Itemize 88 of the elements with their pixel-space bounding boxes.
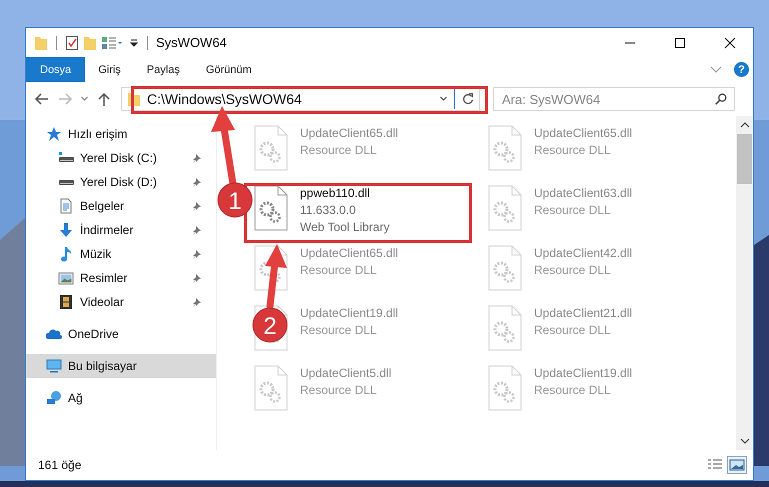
- file-detail: Resource DLL: [300, 142, 378, 159]
- step-marker: 2: [252, 308, 288, 342]
- file-detail: Resource DLL: [534, 142, 612, 159]
- sidebar-item[interactable]: Yerel Disk (C:): [26, 146, 216, 170]
- pin-icon[interactable]: [192, 153, 202, 163]
- sidebar-label: İndirmeler: [80, 223, 134, 237]
- sidebar-item[interactable]: Resimler: [26, 266, 216, 290]
- pin-icon[interactable]: [192, 297, 202, 307]
- large-icons-view-icon: [729, 458, 745, 472]
- computer-icon: [46, 358, 62, 374]
- file-detail: Web Tool Library: [300, 219, 390, 236]
- sidebar-item[interactable]: Müzik: [26, 242, 216, 266]
- pin-icon[interactable]: [192, 177, 202, 187]
- file-detail: Resource DLL: [534, 322, 612, 339]
- expand-ribbon-icon[interactable]: [710, 66, 722, 74]
- sidebar-item[interactable]: Belgeler: [26, 194, 216, 218]
- file-detail: Resource DLL: [300, 322, 378, 339]
- back-icon[interactable]: [34, 91, 50, 107]
- annotation-arrow: [265, 244, 287, 310]
- sidebar-label: Yerel Disk (C:): [80, 151, 157, 165]
- dll-file-icon: [488, 365, 522, 411]
- properties-icon[interactable]: [65, 34, 79, 50]
- file-detail: Resource DLL: [300, 262, 378, 279]
- file-detail: Resource DLL: [300, 382, 378, 399]
- document-icon: [58, 198, 74, 214]
- film-icon: [58, 294, 74, 310]
- sidebar-label: Müzik: [80, 247, 112, 261]
- maximize-icon: [674, 36, 686, 48]
- ribbon-tab[interactable]: Görünüm: [192, 57, 265, 82]
- sidebar-label: OneDrive: [68, 327, 119, 341]
- sidebar-item[interactable]: OneDrive: [26, 322, 216, 346]
- close-icon: [724, 36, 736, 48]
- sidebar-label: Belgeler: [80, 199, 124, 213]
- up-icon[interactable]: [96, 91, 112, 107]
- drive-icon: [58, 180, 74, 184]
- view-list-icon[interactable]: [101, 34, 123, 50]
- pictures-icon: [58, 270, 74, 286]
- network-icon: [46, 390, 62, 406]
- address-path: C:\Windows\SysWOW64: [147, 91, 302, 107]
- dll-file-icon: [254, 365, 288, 411]
- dll-file-icon: [488, 305, 522, 351]
- customize-caret-icon[interactable]: [129, 38, 139, 48]
- file-detail: Resource DLL: [534, 382, 612, 399]
- dll-file-icon: [254, 125, 288, 171]
- dropdown-caret-icon[interactable]: [439, 96, 448, 102]
- pin-icon[interactable]: [192, 201, 202, 211]
- ribbon-tab[interactable]: Paylaş: [134, 57, 193, 82]
- window-title: SysWOW64: [156, 35, 227, 50]
- pin-icon[interactable]: [192, 225, 202, 235]
- refresh-icon[interactable]: [461, 92, 475, 106]
- pin-icon[interactable]: [192, 273, 202, 283]
- dll-file-icon: [488, 245, 522, 291]
- sidebar-item[interactable]: Ağ: [26, 386, 216, 410]
- sidebar-item[interactable]: İndirmeler: [26, 218, 216, 242]
- file-name[interactable]: ppweb110.dll: [300, 185, 390, 202]
- sidebar-label: Yerel Disk (D:): [80, 175, 157, 189]
- scroll-down-icon[interactable]: [740, 438, 750, 444]
- star-icon: [46, 126, 62, 142]
- file-detail: Resource DLL: [534, 202, 612, 219]
- sidebar-label: Bu bilgisayar: [68, 359, 137, 373]
- search-field[interactable]: Ara: SysWOW64: [493, 87, 735, 111]
- address-field[interactable]: C:\Windows\SysWOW64: [121, 87, 480, 111]
- dll-file-icon: [254, 185, 288, 231]
- help-button[interactable]: ?: [734, 62, 749, 77]
- dll-file-icon: [488, 125, 522, 171]
- file-detail: 11.633.0.0: [300, 202, 357, 219]
- scrollbar[interactable]: [736, 116, 753, 450]
- sidebar-label: Ağ: [68, 391, 83, 405]
- sidebar-label: Hızlı erişim: [68, 127, 128, 141]
- sidebar-label: Resimler: [80, 271, 128, 285]
- sidebar-item[interactable]: Bu bilgisayar: [26, 354, 216, 378]
- ribbon-tab[interactable]: Dosya: [26, 57, 86, 82]
- sidebar-label: Videolar: [80, 295, 124, 309]
- scroll-thumb[interactable]: [737, 134, 752, 184]
- dll-file-icon: [488, 185, 522, 231]
- item-count: 161 öğe: [38, 458, 82, 472]
- large-icons-view-button[interactable]: [727, 456, 747, 474]
- pin-icon[interactable]: [192, 249, 202, 259]
- sidebar-item[interactable]: Hızlı erişim: [26, 122, 216, 146]
- file-detail: Resource DLL: [534, 262, 612, 279]
- ribbon-tab[interactable]: Giriş: [85, 57, 134, 82]
- download-icon: [58, 222, 74, 238]
- recent-caret-icon[interactable]: [80, 96, 89, 102]
- scroll-up-icon[interactable]: [740, 122, 750, 128]
- sidebar-item[interactable]: Yerel Disk (D:): [26, 170, 216, 194]
- step-marker: 1: [218, 182, 252, 218]
- sidebar-item[interactable]: Videolar: [26, 290, 216, 314]
- music-note-icon: [58, 246, 74, 262]
